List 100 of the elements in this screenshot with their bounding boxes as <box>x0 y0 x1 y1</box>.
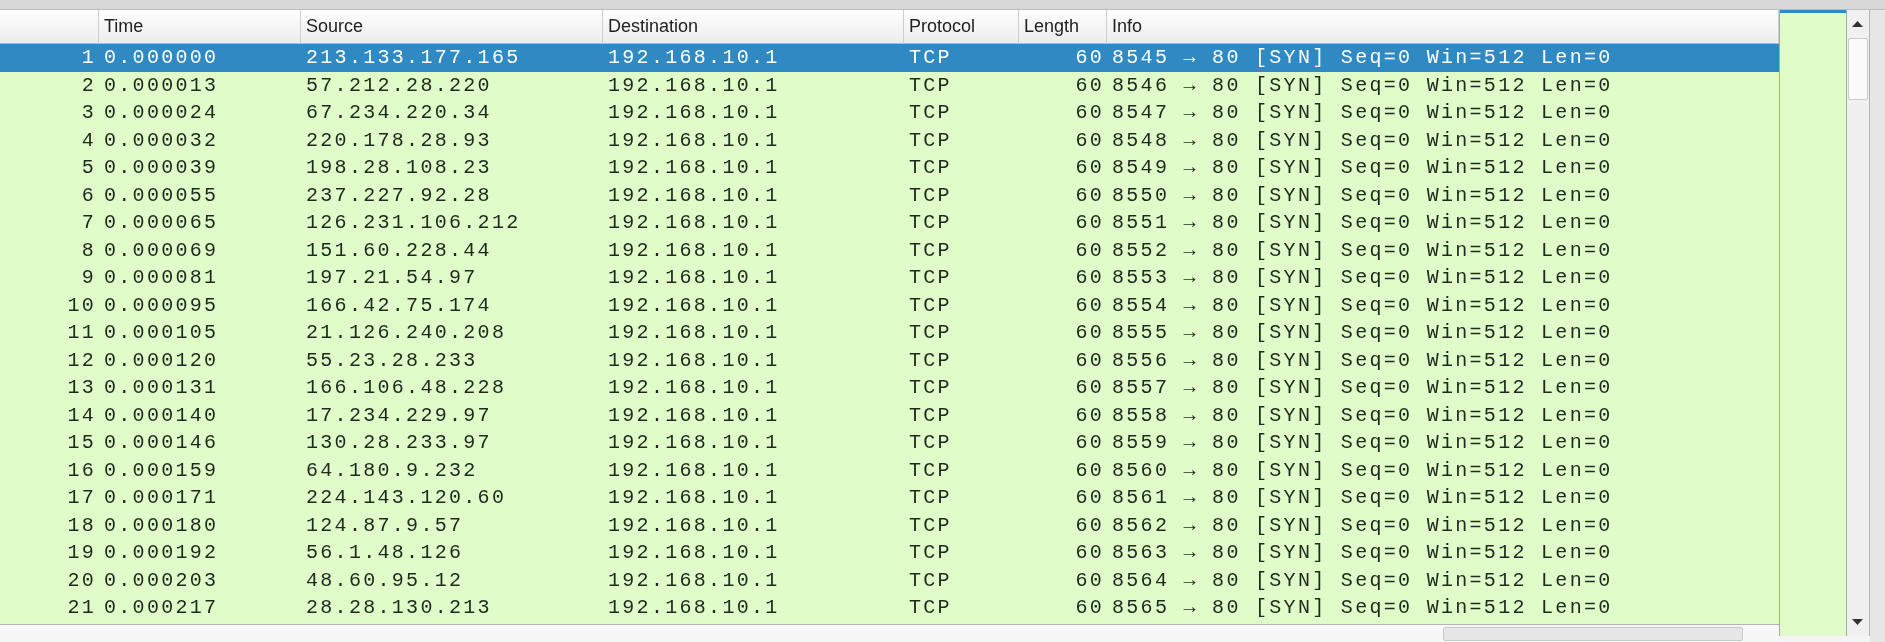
table-cell-text: 8554 → 80 [SYN] Seq=0 Win=512 Len=0 <box>1111 292 1614 319</box>
table-cell-text: 224.143.120.60 <box>305 485 508 511</box>
table-cell-text: 0.000095 <box>103 292 220 319</box>
table-cell-text: 8551 → 80 [SYN] Seq=0 Win=512 Len=0 <box>1111 210 1614 236</box>
table-cell-text: 60 <box>1074 45 1105 71</box>
table-cell-text: 60 <box>1074 72 1105 99</box>
table-cell-text: 19 <box>66 540 97 566</box>
table-cell-text: 0.000131 <box>103 375 220 401</box>
column-header[interactable]: Time <box>99 10 301 44</box>
table-cell-text: 8550 → 80 [SYN] Seq=0 Win=512 Len=0 <box>1111 182 1614 209</box>
table-cell-text: 0.000032 <box>103 127 220 154</box>
table-cell-text: 192.168.10.1 <box>607 210 781 236</box>
table-cell-text: 8557 → 80 [SYN] Seq=0 Win=512 Len=0 <box>1111 375 1614 401</box>
table-cell-text: 60 <box>1074 155 1105 181</box>
table-cell-text: 60 <box>1074 347 1105 374</box>
table-cell-text: 8562 → 80 [SYN] Seq=0 Win=512 Len=0 <box>1111 512 1614 539</box>
table-cell-text: TCP <box>908 265 953 291</box>
table-cell-text: 192.168.10.1 <box>607 265 781 291</box>
table-cell-text: 9 <box>80 265 97 291</box>
column-header[interactable]: Destination <box>603 10 904 44</box>
packet-row[interactable]: 1 0.000000 213.133.177.165 192.168.10.1 TCP 60 8545 → 80 [SYN] Seq=0 Win=512 Len=0 <box>0 44 1779 72</box>
horizontal-scrollbar[interactable] <box>0 624 1779 642</box>
table-cell-text: 130.28.233.97 <box>305 430 493 456</box>
table-cell-text: 60 <box>1074 265 1105 291</box>
table-cell-text: 0.000140 <box>103 402 220 429</box>
table-cell-text: 60 <box>1074 457 1105 484</box>
table-cell-text: TCP <box>908 402 953 429</box>
table-cell-text: 60 <box>1074 567 1105 594</box>
table-cell-text: 60 <box>1074 430 1105 456</box>
table-cell-text: 57.212.28.220 <box>305 72 493 99</box>
table-cell-text: 0.000039 <box>103 155 220 181</box>
table-cell-text: 151.60.228.44 <box>305 237 493 264</box>
table-cell-text: 192.168.10.1 <box>607 292 781 319</box>
table-cell-text: 28.28.130.213 <box>305 595 493 621</box>
table-cell-text: 1 <box>80 45 97 71</box>
table-cell-text: 8547 → 80 [SYN] Seq=0 Win=512 Len=0 <box>1111 100 1614 126</box>
column-header[interactable]: Protocol <box>904 10 1019 44</box>
table-cell-text: TCP <box>908 100 953 126</box>
table-cell-text: 8565 → 80 [SYN] Seq=0 Win=512 Len=0 <box>1111 595 1614 621</box>
table-cell-text: 67.234.220.34 <box>305 100 493 126</box>
table-cell-text: 8549 → 80 [SYN] Seq=0 Win=512 Len=0 <box>1111 155 1614 181</box>
table-cell-text: TCP <box>908 347 953 374</box>
table-cell-text: 8560 → 80 [SYN] Seq=0 Win=512 Len=0 <box>1111 457 1614 484</box>
table-cell-text: 17.234.229.97 <box>305 402 493 429</box>
table-cell-text: 12 <box>66 347 97 374</box>
table-cell-text: 192.168.10.1 <box>607 457 781 484</box>
table-cell-text: 166.106.48.228 <box>305 375 508 401</box>
table-cell-text: 0.000180 <box>103 512 220 539</box>
table-cell-text: 0.000192 <box>103 540 220 566</box>
table-cell-text: 0.000120 <box>103 347 220 374</box>
table-cell-text: TCP <box>908 72 953 99</box>
table-cell-text: 126.231.106.212 <box>305 210 522 236</box>
table-cell-text: 192.168.10.1 <box>607 540 781 566</box>
table-cell-text: 2 <box>80 72 97 99</box>
column-header[interactable]: Info <box>1107 10 1779 44</box>
table-cell-text: 192.168.10.1 <box>607 320 781 346</box>
table-cell-text: 60 <box>1074 595 1105 621</box>
scrollbar-thumb[interactable] <box>1848 38 1868 100</box>
table-cell-text: 8559 → 80 [SYN] Seq=0 Win=512 Len=0 <box>1111 430 1614 456</box>
table-cell-text: 166.42.75.174 <box>305 292 493 319</box>
table-cell-text: 14 <box>66 402 97 429</box>
column-header[interactable]: Length <box>1019 10 1107 44</box>
table-cell-text: 6 <box>80 182 97 209</box>
table-cell-text: 60 <box>1074 127 1105 154</box>
table-cell-text: 56.1.48.126 <box>305 540 465 566</box>
table-cell-text: 192.168.10.1 <box>607 567 781 594</box>
table-cell-text: 213.133.177.165 <box>305 45 522 71</box>
table-cell-text: 0.000065 <box>103 210 220 236</box>
table-cell-text: 0.000055 <box>103 182 220 209</box>
table-cell-text: 7 <box>80 210 97 236</box>
scrollbar-thumb[interactable] <box>1443 627 1743 641</box>
table-cell-text: TCP <box>908 375 953 401</box>
table-cell-text: 60 <box>1074 237 1105 264</box>
vertical-scrollbar[interactable] <box>1847 10 1870 636</box>
table-cell-text: 60 <box>1074 512 1105 539</box>
column-header[interactable] <box>0 10 99 44</box>
table-cell-text: 192.168.10.1 <box>607 485 781 511</box>
table-cell-text: 48.60.95.12 <box>305 567 465 594</box>
table-cell-text: 198.28.108.23 <box>305 155 493 181</box>
table-cell-text: 8555 → 80 [SYN] Seq=0 Win=512 Len=0 <box>1111 320 1614 346</box>
table-cell-text: 0.000105 <box>103 320 220 346</box>
table-cell-text: 60 <box>1074 402 1105 429</box>
table-cell-text: 192.168.10.1 <box>607 45 781 71</box>
table-cell-text: 0.000203 <box>103 567 220 594</box>
table-cell-text: 192.168.10.1 <box>607 402 781 429</box>
table-cell-text: 20 <box>66 567 97 594</box>
table-cell-text: 192.168.10.1 <box>607 155 781 181</box>
column-header[interactable]: Source <box>301 10 603 44</box>
table-cell-text: 0.000081 <box>103 265 220 291</box>
table-cell-text: 60 <box>1074 540 1105 566</box>
table-cell-text: 192.168.10.1 <box>607 375 781 401</box>
table-cell-text: 10 <box>66 292 97 319</box>
table-cell-text: 8553 → 80 [SYN] Seq=0 Win=512 Len=0 <box>1111 265 1614 291</box>
table-cell-text: 64.180.9.232 <box>305 457 479 484</box>
table-cell-text: TCP <box>908 237 953 264</box>
table-cell-text: 192.168.10.1 <box>607 430 781 456</box>
table-cell-text: TCP <box>908 155 953 181</box>
table-cell-text: 21 <box>66 595 97 621</box>
table-cell-text: 197.21.54.97 <box>305 265 479 291</box>
table-cell-text: 8546 → 80 [SYN] Seq=0 Win=512 Len=0 <box>1111 72 1614 99</box>
